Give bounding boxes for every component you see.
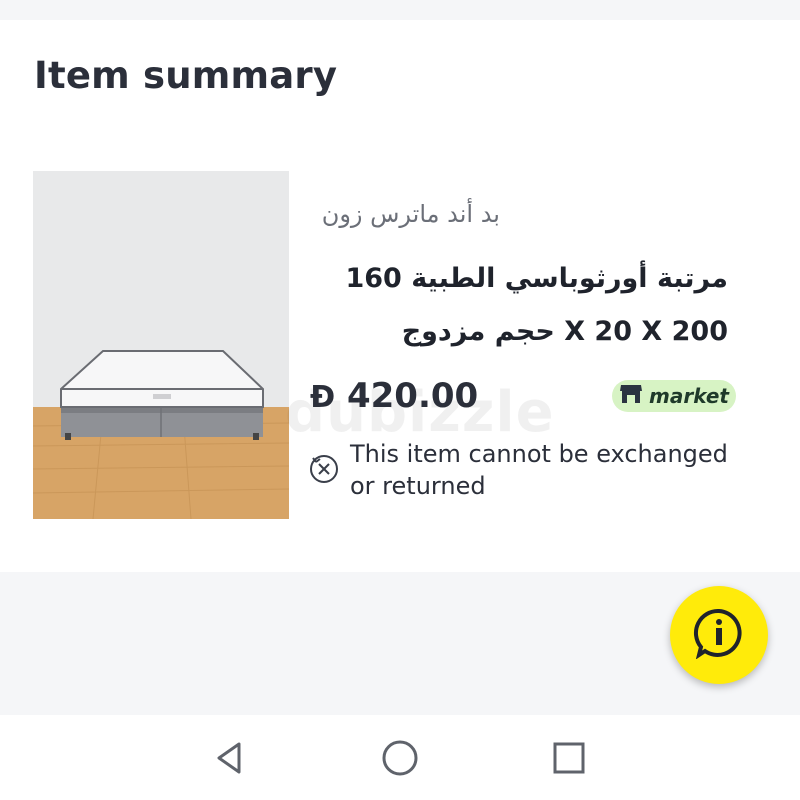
no-return-icon xyxy=(308,453,340,485)
product-image[interactable] xyxy=(33,171,289,519)
seller-name[interactable]: بد أند ماترس زون xyxy=(300,200,500,228)
recents-square-icon xyxy=(553,742,585,774)
help-button[interactable] xyxy=(670,586,768,684)
price: Đ 420.00 xyxy=(310,376,478,416)
currency-symbol: Đ xyxy=(310,380,336,415)
back-triangle-icon xyxy=(217,742,241,774)
nav-back-button[interactable] xyxy=(208,737,250,779)
price-value: 420.00 xyxy=(346,376,479,416)
product-title[interactable]: مرتبة أورثوباسي الطبية 160 200 X 20 X حج… xyxy=(300,252,728,358)
nav-recents-button[interactable] xyxy=(548,737,590,779)
return-policy-text: This item cannot be exchanged or returne… xyxy=(350,440,728,500)
top-strip xyxy=(0,0,800,20)
page-title: Item summary xyxy=(34,54,338,97)
info-chat-icon xyxy=(693,607,745,663)
system-nav-bar xyxy=(0,715,800,800)
market-badge: market xyxy=(612,380,736,412)
store-icon xyxy=(619,383,643,409)
market-badge-label: market xyxy=(649,384,729,408)
home-circle-icon xyxy=(382,740,418,776)
nav-home-button[interactable] xyxy=(379,737,421,779)
